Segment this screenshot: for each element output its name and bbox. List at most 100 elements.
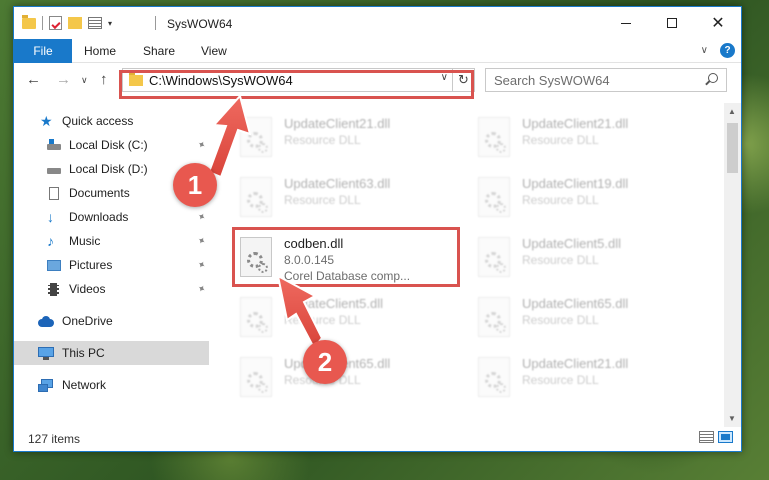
sidebar-item-videos[interactable]: Videos ✦ — [14, 277, 209, 301]
file-version: 8.0.0.145 — [284, 253, 335, 267]
new-folder-icon[interactable] — [68, 17, 82, 29]
sidebar-item-pictures[interactable]: Pictures ✦ — [14, 253, 209, 277]
pin-icon: ✦ — [194, 282, 208, 296]
tab-home[interactable]: Home — [84, 44, 116, 58]
pin-icon: ✦ — [194, 162, 208, 176]
scroll-down-icon[interactable]: ▼ — [728, 414, 736, 423]
sidebar-item-label: Local Disk (D:) — [69, 162, 148, 176]
forward-arrow-icon[interactable]: → — [56, 71, 71, 88]
file-item[interactable]: UpdateClient5.dll Resource DLL — [235, 291, 455, 343]
ribbon-tabs: File Home Share View ∨ ? — [14, 39, 741, 63]
address-bar[interactable]: C:\Windows\SysWOW64 ∨ ↻ — [122, 68, 475, 92]
refresh-icon[interactable]: ↻ — [452, 69, 474, 91]
drive-icon — [47, 163, 61, 176]
file-name: UpdateClient63.dll — [284, 176, 391, 191]
sidebar-item-network[interactable]: Network — [14, 373, 209, 397]
file-item[interactable]: UpdateClient21.dll Resource DLL — [473, 111, 693, 163]
scroll-up-icon[interactable]: ▲ — [728, 107, 736, 116]
maximize-icon — [667, 18, 677, 28]
properties-icon[interactable] — [49, 16, 62, 30]
sidebar-item-onedrive[interactable]: OneDrive — [14, 309, 209, 333]
sidebar-item-label: Documents — [69, 186, 130, 200]
file-item[interactable]: UpdateClient21.dll Resource DLL — [235, 111, 455, 163]
sidebar-item-label: OneDrive — [62, 314, 113, 328]
details-view-icon[interactable] — [699, 431, 714, 443]
file-type: Resource DLL — [284, 133, 361, 147]
scroll-thumb[interactable] — [727, 123, 738, 173]
close-icon: ✕ — [711, 15, 725, 32]
sidebar-item-downloads[interactable]: ↓ Downloads ✦ — [14, 205, 209, 229]
item-count: 127 items — [28, 432, 81, 446]
file-item[interactable]: UpdateClient65.dll Resource DLL — [473, 291, 693, 343]
recent-locations-icon[interactable]: ∨ — [81, 75, 88, 86]
file-name: UpdateClient65.dll — [522, 296, 629, 311]
sidebar-item-local-disk-d[interactable]: Local Disk (D:) ✦ — [14, 157, 209, 181]
file-item[interactable]: UpdateClient21.dll Resource DLL — [473, 351, 693, 403]
sidebar-item-quick-access[interactable]: ★ Quick access — [14, 109, 209, 133]
file-name: UpdateClient21.dll — [522, 356, 629, 371]
file-item[interactable]: UpdateClient63.dll Resource DLL — [235, 171, 455, 223]
sidebar-item-local-disk-c[interactable]: Local Disk (C:) ✦ — [14, 133, 209, 157]
status-bar: 127 items — [14, 425, 741, 451]
sidebar-item-label: This PC — [62, 346, 105, 360]
chevron-down-icon[interactable]: ∨ — [441, 72, 448, 83]
folder-icon — [129, 71, 143, 86]
file-name: UpdateClient5.dll — [284, 296, 384, 311]
dll-file-icon — [240, 237, 272, 277]
ribbon-controls: ∨ ? — [701, 43, 735, 58]
download-icon: ↓ — [47, 208, 54, 225]
file-name: UpdateClient19.dll — [522, 176, 629, 191]
sidebar-item-label: Videos — [69, 282, 106, 296]
file-item[interactable]: UpdateClient5.dll Resource DLL — [473, 231, 693, 283]
documents-icon — [47, 186, 61, 200]
sidebar-item-music[interactable]: ♪ Music ✦ — [14, 229, 209, 253]
file-name: UpdateClient21.dll — [284, 116, 391, 131]
file-item-codben[interactable]: codben.dll 8.0.0.145 Corel Database comp… — [235, 231, 455, 283]
pin-icon: ✦ — [194, 234, 208, 248]
dll-file-icon — [478, 297, 510, 337]
customize-toolbar-icon[interactable] — [88, 17, 102, 29]
file-type: Resource DLL — [522, 313, 599, 327]
sidebar-item-documents[interactable]: Documents ✦ — [14, 181, 209, 205]
search-input[interactable]: Search SysWOW64 — [485, 68, 727, 92]
star-icon: ★ — [40, 112, 53, 129]
dll-file-icon — [478, 117, 510, 157]
pin-icon: ✦ — [194, 186, 208, 200]
expand-ribbon-icon[interactable]: ∨ — [701, 45, 708, 56]
cloud-icon — [38, 315, 54, 328]
file-name: UpdateClient21.dll — [522, 116, 629, 131]
file-type: Resource DLL — [284, 193, 361, 207]
tab-view[interactable]: View — [201, 44, 227, 58]
file-type: Resource DLL — [284, 373, 361, 387]
dll-file-icon — [240, 177, 272, 217]
window-controls: ✕ — [603, 7, 741, 39]
file-type: Resource DLL — [522, 193, 599, 207]
minimize-button[interactable] — [603, 7, 649, 39]
close-button[interactable]: ✕ — [695, 7, 741, 39]
sidebar-item-label: Downloads — [69, 210, 129, 224]
tiles-view-icon[interactable] — [718, 431, 733, 443]
file-description: Corel Database comp... — [284, 269, 411, 283]
file-item[interactable]: UpdateClient19.dll Resource DLL — [473, 171, 693, 223]
tab-file[interactable]: File — [14, 39, 72, 63]
minimize-icon — [621, 22, 631, 24]
title-bar: ▾ SysWOW64 ✕ — [14, 7, 741, 39]
maximize-button[interactable] — [649, 7, 695, 39]
up-arrow-icon[interactable]: ↑ — [100, 71, 108, 88]
dll-file-icon — [478, 237, 510, 277]
chevron-down-icon[interactable]: ▾ — [108, 19, 112, 28]
window-title: SysWOW64 — [167, 17, 233, 31]
file-name: UpdateClient65.dll — [284, 356, 391, 371]
vertical-scrollbar[interactable]: ▲ ▼ — [724, 103, 741, 427]
file-explorer-window: ▾ SysWOW64 ✕ File Home Share View ∨ ? ← … — [13, 6, 742, 452]
tab-share[interactable]: Share — [143, 44, 175, 58]
dll-file-icon — [478, 177, 510, 217]
search-icon[interactable] — [708, 73, 718, 83]
sidebar-item-this-pc[interactable]: This PC — [14, 341, 209, 365]
help-icon[interactable]: ? — [720, 43, 735, 58]
back-arrow-icon[interactable]: ← — [26, 71, 41, 88]
music-icon: ♪ — [47, 232, 54, 249]
sidebar-item-label: Local Disk (C:) — [69, 138, 148, 152]
address-path[interactable]: C:\Windows\SysWOW64 — [149, 73, 293, 88]
file-item[interactable]: UpdateClient65.dll Resource DLL — [235, 351, 455, 403]
